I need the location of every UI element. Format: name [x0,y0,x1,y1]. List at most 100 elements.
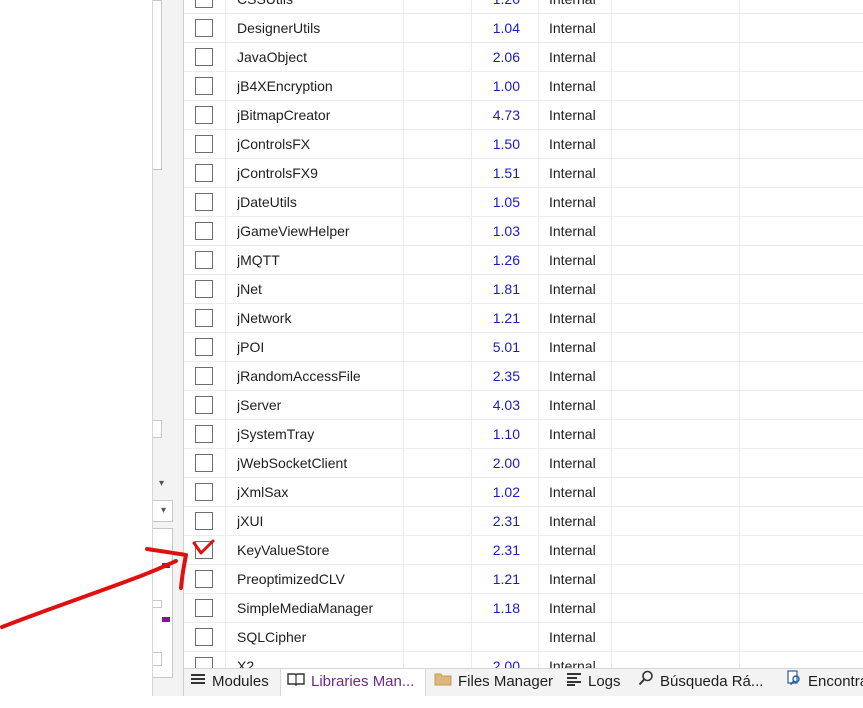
row-checkbox[interactable] [195,570,213,588]
row-checkbox[interactable] [195,599,213,617]
row-checkbox-cell [184,130,226,159]
library-status: Internal [549,339,596,355]
table-row[interactable]: SimpleMediaManager 1.18 Internal [184,594,863,623]
table-row[interactable]: JavaObject 2.06 Internal [184,43,863,72]
library-version: 2.06 [492,49,520,65]
library-version: 1.05 [492,194,520,210]
row-checkbox-cell [184,652,226,668]
table-row[interactable]: jDateUtils 1.05 Internal [184,188,863,217]
column-divider [538,507,539,536]
column-divider [403,101,404,130]
row-checkbox[interactable] [195,338,213,356]
row-checkbox-cell [184,188,226,217]
table-row[interactable]: jXUI 2.31 Internal [184,507,863,536]
column-divider [538,536,539,565]
row-checkbox[interactable] [195,19,213,37]
table-row[interactable]: jServer 4.03 Internal [184,391,863,420]
column-divider [611,0,612,14]
row-checkbox[interactable] [195,396,213,414]
column-divider [739,594,740,623]
row-checkbox[interactable] [195,657,213,668]
row-checkbox[interactable] [195,367,213,385]
table-row[interactable]: jBitmapCreator 4.73 Internal [184,101,863,130]
column-divider [403,43,404,72]
column-divider [611,101,612,130]
column-divider [611,72,612,101]
library-name: jMQTT [237,252,280,268]
tab-find[interactable]: Encontrar [780,669,863,696]
column-divider [739,362,740,391]
row-checkbox[interactable] [195,222,213,240]
row-checkbox[interactable] [195,193,213,211]
tab-logs[interactable]: Logs [560,669,626,696]
row-checkbox[interactable] [195,48,213,66]
library-status: Internal [549,484,596,500]
table-row[interactable]: jControlsFX9 1.51 Internal [184,159,863,188]
library-name: jB4XEncryption [237,78,333,94]
table-row[interactable]: jRandomAccessFile 2.35 Internal [184,362,863,391]
column-divider [403,420,404,449]
row-checkbox[interactable] [195,454,213,472]
left-combo-box[interactable]: ▾ [153,500,173,522]
library-status: Internal [549,397,596,413]
table-row[interactable]: jNet 1.81 Internal [184,275,863,304]
table-row[interactable]: jWebSocketClient 2.00 Internal [184,449,863,478]
search-icon [638,669,654,695]
table-row[interactable]: jGameViewHelper 1.03 Internal [184,217,863,246]
row-checkbox[interactable] [195,309,213,327]
column-divider [538,72,539,101]
table-row[interactable]: jXmlSax 1.02 Internal [184,478,863,507]
library-name: jNetwork [237,310,292,326]
row-checkbox[interactable] [195,135,213,153]
row-checkbox-cell [184,43,226,72]
row-checkbox[interactable] [195,251,213,269]
column-divider [611,217,612,246]
table-row[interactable]: jSystemTray 1.10 Internal [184,420,863,449]
table-row[interactable]: KeyValueStore 2.31 Internal [184,536,863,565]
library-version: 1.03 [492,223,520,239]
library-version: 1.21 [492,310,520,326]
column-divider [739,275,740,304]
table-row[interactable]: jControlsFX 1.50 Internal [184,130,863,159]
table-row[interactable]: PreoptimizedCLV 1.21 Internal [184,565,863,594]
library-version: 1.51 [492,165,520,181]
column-divider [611,362,612,391]
row-checkbox[interactable] [195,164,213,182]
column-divider [403,594,404,623]
tab-quick-search[interactable]: Búsqueda Rá... [632,669,774,696]
library-status: Internal [549,629,596,645]
column-divider [403,536,404,565]
table-row[interactable]: X2 2.00 Internal [184,652,863,668]
table-row[interactable]: DesignerUtils 1.04 Internal [184,14,863,43]
row-checkbox[interactable] [195,541,213,559]
row-checkbox-cell [184,536,226,565]
row-checkbox[interactable] [195,628,213,646]
table-row[interactable]: jMQTT 1.26 Internal [184,246,863,275]
tab-libraries-manager[interactable]: Libraries Man... [280,669,426,696]
left-panel-scroll-edge[interactable] [153,420,162,438]
row-checkbox[interactable] [195,425,213,443]
row-checkbox[interactable] [195,77,213,95]
column-divider [403,333,404,362]
library-status: Internal [549,542,596,558]
row-checkbox[interactable] [195,280,213,298]
column-divider [403,304,404,333]
column-divider [611,449,612,478]
library-name: jControlsFX9 [237,165,318,181]
table-row[interactable]: SQLCipher Internal [184,623,863,652]
table-row[interactable]: jNetwork 1.21 Internal [184,304,863,333]
tab-modules[interactable]: Modules [184,669,280,696]
table-row[interactable]: jB4XEncryption 1.00 Internal [184,72,863,101]
column-divider [611,652,612,668]
row-checkbox[interactable] [195,106,213,124]
left-dropdown-arrow-icon[interactable]: ▾ [159,478,164,489]
row-checkbox[interactable] [195,0,213,8]
tab-files-manager[interactable]: Files Manager [428,669,556,696]
row-checkbox[interactable] [195,512,213,530]
library-name: JavaObject [237,49,308,65]
column-divider [538,130,539,159]
row-checkbox-cell [184,72,226,101]
table-row[interactable]: CSSUtils 1.20 Internal [184,0,863,14]
row-checkbox[interactable] [195,483,213,501]
table-row[interactable]: jPOI 5.01 Internal [184,333,863,362]
